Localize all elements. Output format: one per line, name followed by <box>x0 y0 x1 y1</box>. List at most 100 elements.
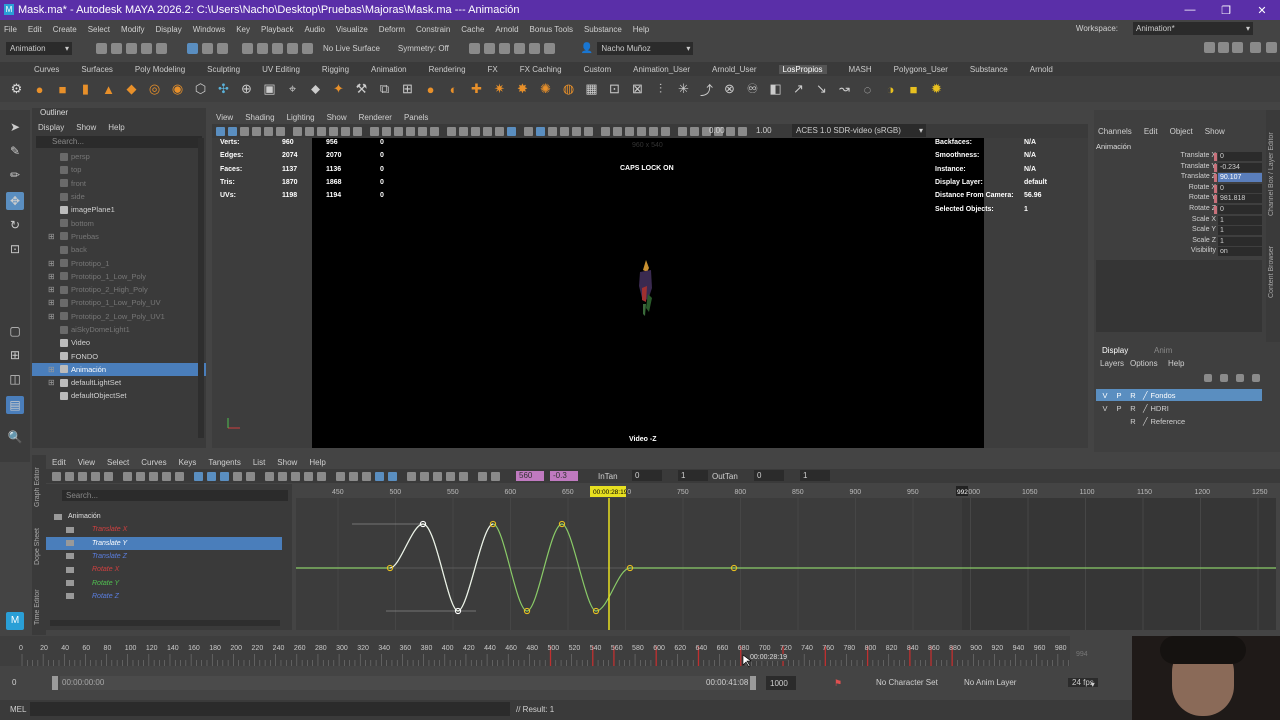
shelf-tab-lospropios[interactable]: LosPropios <box>778 64 827 74</box>
merge-icon[interactable]: ⊕ <box>236 79 257 99</box>
key-time-field[interactable]: 560 <box>516 471 544 481</box>
viewport-tool-icon[interactable] <box>637 126 646 136</box>
joint-icon[interactable]: ⬥ <box>305 79 326 99</box>
shelf-tab-curves[interactable]: Curves <box>34 65 59 74</box>
outliner-item[interactable]: aiSkyDomeLight1 <box>32 323 206 336</box>
layer-toggle-v[interactable]: V <box>1098 391 1112 400</box>
ipr-render-icon[interactable] <box>483 42 495 54</box>
exposure-field[interactable]: 0.00 <box>709 126 725 135</box>
viewport-tool-icon[interactable] <box>507 126 516 136</box>
graph-tool-icon[interactable] <box>162 471 171 481</box>
attribute-editor-icon[interactable] <box>1218 42 1229 53</box>
poly-torus-icon[interactable]: ◎ <box>144 79 165 99</box>
viewport-tool-icon[interactable] <box>459 126 468 136</box>
layer-tab-anim[interactable]: Anim <box>1154 346 1172 355</box>
channel-row[interactable]: Visibility on <box>1094 247 1280 258</box>
ge-tree-row[interactable]: Rotate Z <box>46 590 282 603</box>
layers-help-menu[interactable]: Help <box>1168 359 1184 368</box>
graph-tool-icon[interactable] <box>291 471 300 481</box>
camera-view[interactable]: 960 x 540 CAPS LOCK ON Video -Z <box>312 138 984 448</box>
select-tool-icon[interactable]: ➤ <box>6 118 24 136</box>
locator-icon[interactable]: ✳ <box>673 79 694 99</box>
menu-bonus-tools[interactable]: Bonus Tools <box>530 25 573 34</box>
command-input[interactable] <box>30 702 510 716</box>
channel-row[interactable]: Translate Y -0.234 <box>1094 162 1280 174</box>
ge-menu-tangents[interactable]: Tangents <box>208 458 240 467</box>
snap-grid-icon[interactable] <box>242 42 253 54</box>
ge-menu-list[interactable]: List <box>253 458 265 467</box>
channel-value[interactable]: 981.818 <box>1218 194 1262 204</box>
expand-icon[interactable]: ⊞ <box>48 298 55 307</box>
layer-color-icon[interactable]: ╱ <box>1143 404 1148 413</box>
menu-audio[interactable]: Audio <box>304 25 324 34</box>
combine-icon[interactable]: ⬡ <box>190 79 211 99</box>
outliner-item[interactable]: ⊞ defaultLightSet <box>32 376 206 389</box>
outtan-weight-field[interactable]: 1 <box>800 470 830 481</box>
viewport-tool-icon[interactable] <box>584 126 593 136</box>
bezier-icon[interactable]: ↝ <box>834 79 855 99</box>
viewport-tool-icon[interactable] <box>418 126 427 136</box>
outliner-item[interactable]: ⊞ Prototipo_2_High_Poly <box>32 283 206 296</box>
graph-editor-side-tab[interactable]: Graph Editor <box>34 459 41 507</box>
layer-color-icon[interactable]: ╱ <box>1143 417 1148 426</box>
sphere-wire-icon[interactable]: ◌ <box>857 79 878 99</box>
viewport-tool-icon[interactable] <box>625 126 634 136</box>
time-editor-side-tab[interactable]: Time Editor <box>34 581 41 625</box>
maya-home-icon[interactable]: M <box>6 612 24 630</box>
graph-tool-icon[interactable] <box>91 471 100 481</box>
outliner-scrollbar[interactable] <box>198 138 204 438</box>
snap-surface-icon[interactable] <box>302 42 313 54</box>
graph-tool-icon[interactable] <box>233 471 242 481</box>
ge-tree-row[interactable]: Animación <box>46 510 282 523</box>
gamma-field[interactable]: 1.00 <box>756 126 772 135</box>
redo-icon[interactable] <box>156 42 167 54</box>
mirror-icon[interactable]: ◐ <box>443 79 464 99</box>
outliner-item[interactable]: ⊞ Prototipo_1_Low_Poly_UV <box>32 296 206 309</box>
menu-substance[interactable]: Substance <box>584 25 622 34</box>
layer-toggle-r[interactable]: R <box>1126 391 1140 400</box>
viewport-tool-icon[interactable] <box>394 126 403 136</box>
outliner-item[interactable]: Video <box>32 336 206 349</box>
outliner-item[interactable]: back <box>32 243 206 256</box>
fps-dropdown[interactable]: 24 fps <box>1068 678 1098 687</box>
layers-menu[interactable]: Layers <box>1100 359 1124 368</box>
poly-cylinder-icon[interactable]: ▮ <box>75 79 96 99</box>
menu-set-dropdown[interactable]: Animation <box>6 41 72 55</box>
shelf-tab-custom[interactable]: Custom <box>584 65 612 74</box>
outliner-item[interactable]: ⊞ Prototipo_2_Low_Poly_UV1 <box>32 310 206 323</box>
graph-tool-icon[interactable] <box>446 471 455 481</box>
expand-icon[interactable]: ⊞ <box>48 312 55 321</box>
snap-curve-icon[interactable] <box>257 42 268 54</box>
channels-show-menu[interactable]: Show <box>1205 127 1225 136</box>
graph-tool-icon[interactable] <box>362 471 371 481</box>
channel-value[interactable]: 1 <box>1218 226 1262 236</box>
outliner-item[interactable]: persp <box>32 150 206 163</box>
light-icon[interactable]: ◑ <box>880 79 901 99</box>
live-surface-label[interactable]: No Live Surface <box>323 44 380 53</box>
viewport-tool-icon[interactable] <box>483 126 492 136</box>
content-browser-side-tab[interactable]: Content Browser <box>1268 228 1275 298</box>
shelf-tab-poly-modeling[interactable]: Poly Modeling <box>135 65 185 74</box>
extrude-icon[interactable]: ✦ <box>328 79 349 99</box>
poly-cube-icon[interactable]: ■ <box>52 79 73 99</box>
auto-key-icon[interactable]: ⚑ <box>834 678 842 689</box>
layer-move-down-icon[interactable] <box>1220 374 1228 382</box>
paint-select-icon[interactable]: ✏ <box>6 166 24 184</box>
uv-editor-icon[interactable]: ⊡ <box>604 79 625 99</box>
graph-tool-icon[interactable] <box>336 471 345 481</box>
shelf-tab-uv-editing[interactable]: UV Editing <box>262 65 300 74</box>
close-button[interactable]: ✕ <box>1244 0 1280 20</box>
channel-row[interactable]: Rotate Z0 <box>1094 205 1280 216</box>
viewport-tool-icon[interactable] <box>341 126 350 136</box>
expand-icon[interactable]: ⊞ <box>48 259 55 268</box>
viewport-tool-icon[interactable] <box>216 126 225 136</box>
ge-menu-select[interactable]: Select <box>107 458 129 467</box>
graph-tool-icon[interactable] <box>407 471 416 481</box>
ge-menu-curves[interactable]: Curves <box>141 458 166 467</box>
poly-cone-icon[interactable]: ▲ <box>98 79 119 99</box>
outliner-item[interactable]: ⊞ Animación <box>32 362 206 377</box>
channel-row[interactable]: Translate Z 90.107 <box>1094 173 1280 184</box>
graph-tool-icon[interactable] <box>265 471 274 481</box>
viewport-tool-icon[interactable] <box>228 126 237 136</box>
render-rt-icon[interactable]: ▣ <box>259 79 280 99</box>
